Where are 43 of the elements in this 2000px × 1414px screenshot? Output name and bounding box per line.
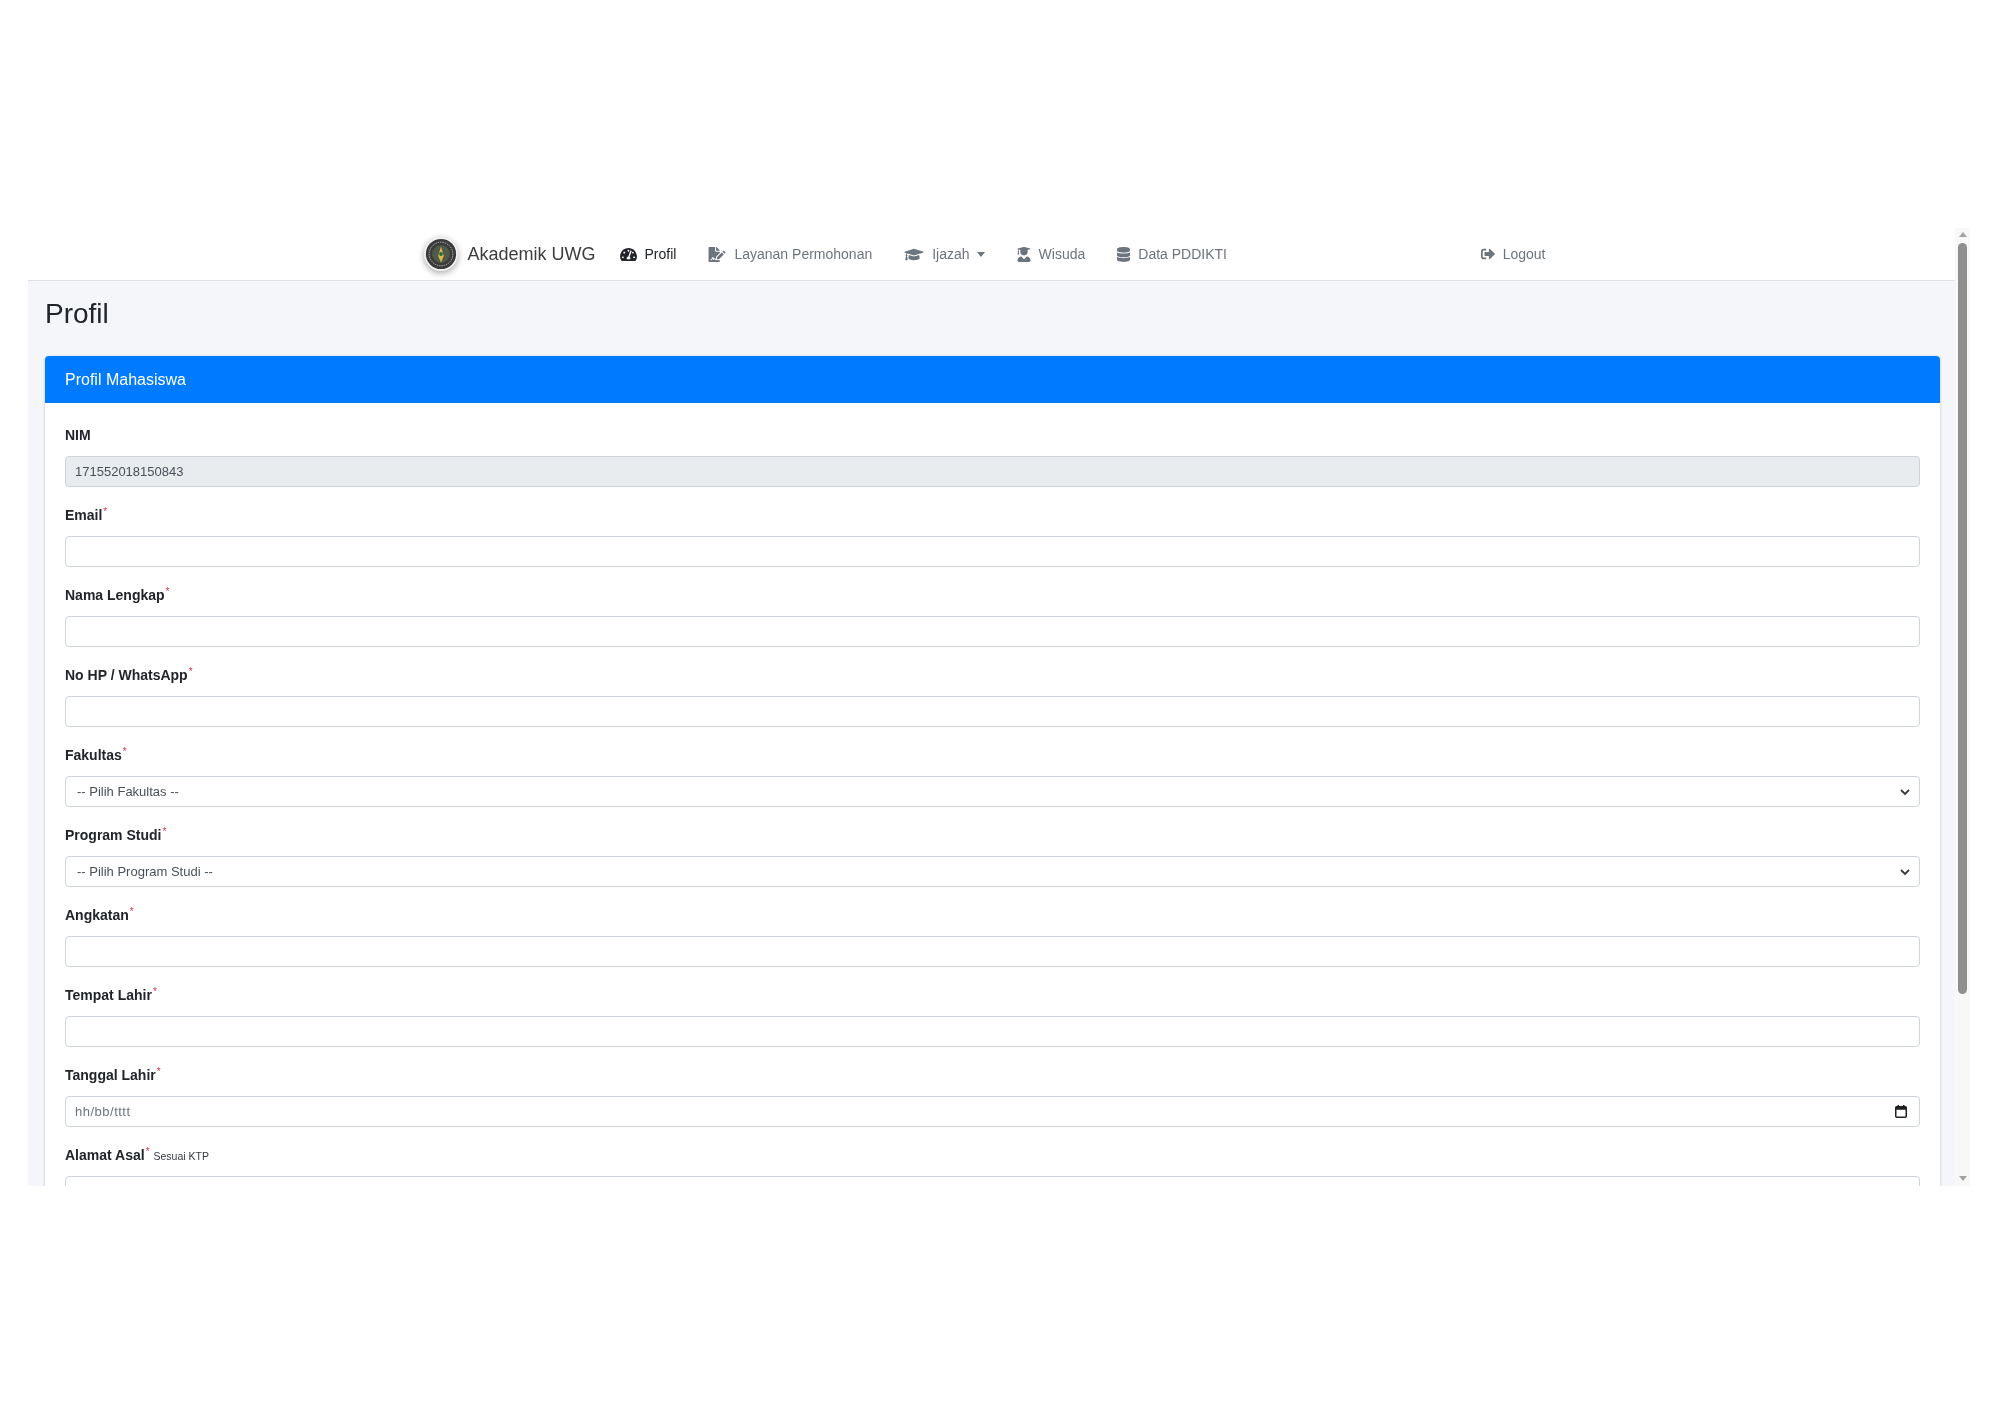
graduation-cap-icon — [904, 246, 925, 262]
graduate-person-icon — [1016, 246, 1031, 262]
brand-text[interactable]: Akademik UWG — [467, 240, 596, 268]
nav-link[interactable]: Profil — [603, 244, 693, 264]
input-field[interactable] — [65, 1016, 1920, 1047]
calendar-icon[interactable] — [1895, 1105, 1907, 1118]
dropdown-field[interactable]: -- Pilih Fakultas -- — [65, 776, 1920, 807]
logout-link[interactable]: Logout — [1464, 244, 1562, 264]
page-title: Profil — [45, 297, 110, 331]
database-icon — [1117, 246, 1131, 262]
scroll-down-arrow-icon[interactable] — [1958, 1176, 1967, 1181]
seal-logo-icon — [423, 237, 458, 271]
scroll-up-arrow-icon[interactable] — [1958, 232, 1967, 237]
chevron-down-icon — [1900, 788, 1910, 795]
input-field[interactable] — [65, 536, 1920, 567]
input-field[interactable] — [65, 936, 1920, 967]
scrollbar-thumb[interactable] — [1958, 243, 1967, 994]
card-title: Profil Mahasiswa — [65, 369, 186, 390]
dropdown-field[interactable]: -- Pilih Program Studi -- — [65, 856, 1920, 887]
field-hint: Sesuai KTP — [153, 1149, 209, 1164]
field-label: Alamat Asal$^{*}$ — [65, 1145, 150, 1165]
nav-link[interactable]: Layanan Permohonan — [692, 244, 889, 264]
input-field[interactable] — [65, 696, 1920, 727]
input-field[interactable] — [65, 616, 1920, 647]
field-label: No HP / WhatsApp$^{*}$ — [65, 665, 193, 685]
field-label: Fakultas$^{*}$ — [65, 745, 127, 765]
date-field[interactable]: hh/bb/tttt — [65, 1096, 1920, 1127]
file-signature-icon — [708, 246, 727, 262]
field-label: Tempat Lahir$^{*}$ — [65, 985, 157, 1005]
chevron-down-icon — [1900, 868, 1910, 875]
field-label: Nama Lengkap$^{*}$ — [65, 585, 170, 605]
field-label: Program Studi$^{*}$ — [65, 825, 167, 845]
field-label: Angkatan$^{*}$ — [65, 905, 134, 925]
field-label: Tanggal Lahir$^{*}$ — [65, 1065, 161, 1085]
field-label: Email$^{*}$ — [65, 505, 108, 525]
nav-link[interactable]: Ijazah — [888, 244, 1001, 264]
gauge-icon — [619, 246, 637, 262]
field-label: NIM — [65, 426, 91, 445]
nav-link[interactable]: Data PDDIKTI — [1101, 244, 1243, 264]
nav-link[interactable]: Wisuda — [1000, 244, 1102, 264]
scrollbar[interactable] — [1955, 228, 1970, 1186]
caret-icon — [976, 251, 985, 257]
exit-arrow-icon — [1480, 247, 1495, 261]
